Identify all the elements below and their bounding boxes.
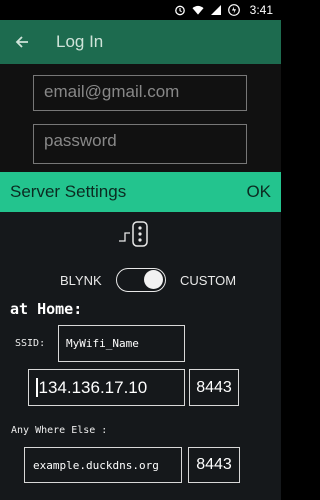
- anywhere-else-heading: Any Where Else :: [11, 425, 108, 436]
- ip-address-value: 134.136.17.10: [38, 377, 148, 397]
- status-bar: 3:41: [0, 0, 281, 20]
- toggle-knob: [144, 270, 163, 289]
- app-bar: Log In: [0, 20, 281, 64]
- ssid-label: SSID:: [15, 338, 46, 349]
- login-form: email@gmail.com password: [0, 64, 281, 172]
- dialog-header: Server Settings OK: [0, 172, 281, 212]
- toggle-label-custom: CUSTOM: [180, 273, 237, 288]
- ip-address-field[interactable]: 134.136.17.10: [28, 369, 185, 406]
- text-cursor: [36, 378, 38, 397]
- server-mode-toggle[interactable]: [116, 268, 166, 292]
- remote-port-field[interactable]: 8443: [188, 447, 240, 483]
- arrow-left-icon[interactable]: [0, 20, 44, 64]
- page-title: Log In: [56, 32, 104, 51]
- home-port-field[interactable]: 8443: [189, 369, 239, 406]
- alarm-icon: [174, 4, 186, 16]
- toggle-label-blynk: BLYNK: [60, 273, 102, 288]
- dialog-title: Server Settings: [10, 182, 127, 201]
- ok-button[interactable]: OK: [246, 182, 271, 202]
- cell-signal-icon: [210, 4, 222, 16]
- server-mode-toggle-row: BLYNK CUSTOM: [0, 266, 281, 296]
- ssid-field[interactable]: MyWifi_Name: [58, 325, 185, 362]
- clock: 3:41: [249, 3, 273, 17]
- domain-field[interactable]: example.duckdns.org: [24, 447, 182, 483]
- home-port-value: 8443: [196, 378, 232, 396]
- remote-port-value: 8443: [196, 456, 232, 473]
- battery-icon: [227, 4, 240, 16]
- password-field[interactable]: password: [33, 124, 247, 164]
- server-settings-dialog: Server Settings OK BLYNK CUSTOM at Home:…: [0, 172, 281, 500]
- domain-value: example.duckdns.org: [33, 458, 159, 472]
- email-field[interactable]: email@gmail.com: [33, 75, 247, 111]
- wifi-icon: [192, 4, 204, 16]
- server-switch-icon: [118, 219, 152, 249]
- home-heading: at Home:: [10, 300, 83, 318]
- ssid-value: MyWifi_Name: [66, 337, 139, 350]
